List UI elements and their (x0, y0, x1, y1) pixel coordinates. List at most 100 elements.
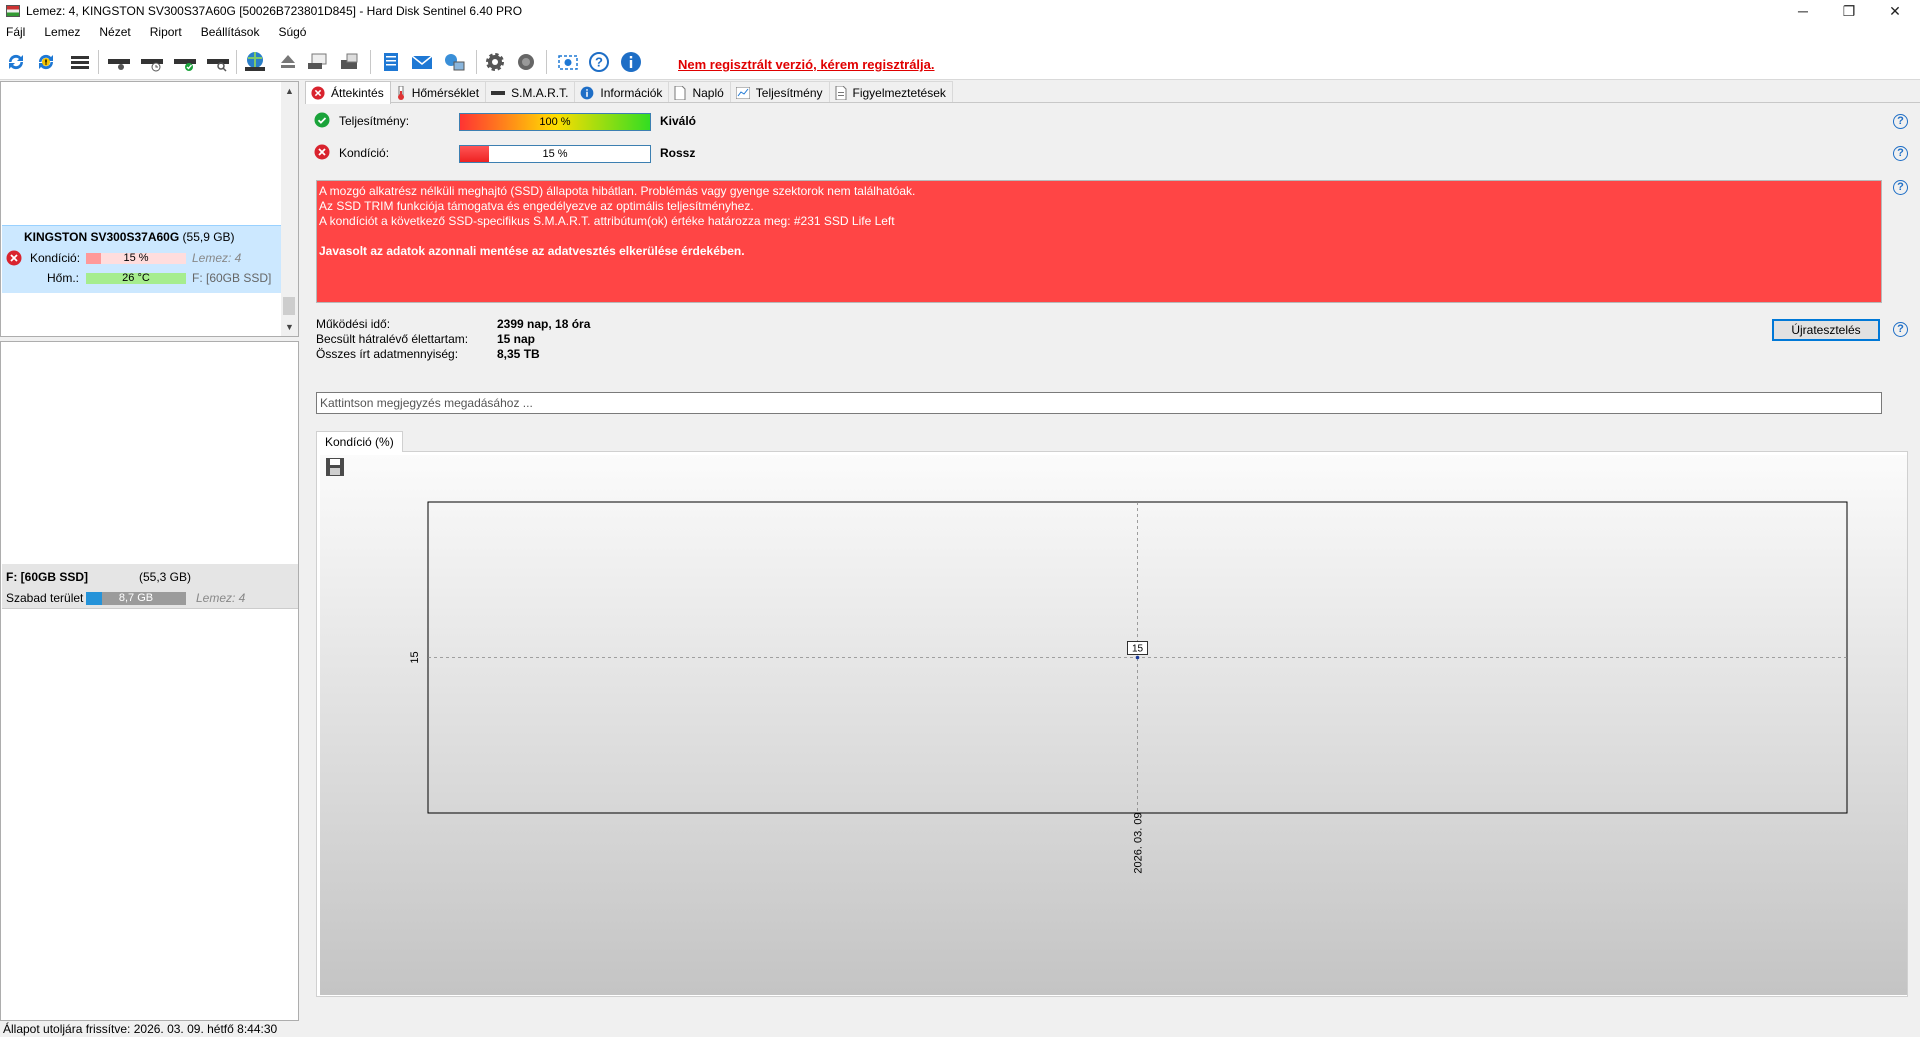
total-written-value: 8,35 TB (497, 347, 540, 361)
disk-index-label: Lemez: 4 (192, 251, 242, 265)
scroll-down-icon[interactable]: ▼ (285, 322, 294, 332)
settings-icon[interactable] (483, 50, 507, 74)
network-disk-icon[interactable] (306, 50, 330, 74)
condition-chart: 15 2026. 03. 09 15 (409, 501, 1848, 874)
menu-bar: Fájl Lemez Nézet Riport Beállítások Súgó (0, 22, 1920, 42)
help-icon[interactable]: ? (1893, 180, 1908, 195)
disk-time-icon[interactable] (140, 50, 164, 74)
partition-size: (55,3 GB) (139, 570, 192, 584)
condition-label: Kondíció: (30, 251, 81, 265)
minimize-button[interactable]: ─ (1780, 0, 1826, 22)
menu-disk[interactable]: Lemez (44, 25, 80, 39)
alert-line: A mozgó alkatrész nélküli meghajtó (SSD)… (319, 184, 916, 198)
partition-disk-index: Lemez: 4 (196, 591, 246, 605)
condition-label: Kondíció: (339, 146, 390, 160)
help-icon[interactable]: ? (1893, 114, 1908, 129)
help-icon[interactable]: ? (587, 50, 611, 74)
menu-file[interactable]: Fájl (6, 25, 25, 39)
condition-bar-value: 15 % (123, 252, 149, 264)
close-button[interactable]: ✕ (1872, 0, 1918, 22)
disk-card[interactable]: KINGSTON SV300S37A60G (55,9 GB) Kondíció… (2, 225, 282, 293)
mail-icon[interactable] (410, 50, 434, 74)
alert-recommendation: Javasolt az adatok azonnali mentése az a… (319, 244, 745, 258)
disk-write-icon[interactable] (338, 50, 362, 74)
tab-log[interactable]: Napló (668, 81, 731, 103)
network-icon[interactable] (442, 50, 466, 74)
remaining-life-value: 15 nap (497, 332, 536, 346)
left-pane: KINGSTON SV300S37A60G (55,9 GB) Kondíció… (0, 81, 301, 1021)
temperature-bar: 26 °C (86, 273, 186, 284)
overview-content: Teljesítmény: 100 % Kiváló ? Kondíció: 1… (305, 102, 1920, 1017)
free-space-value: 8,7 GB (118, 592, 154, 604)
eject-icon[interactable] (276, 50, 300, 74)
free-space-bar-fill (86, 592, 102, 605)
refresh-alert-icon[interactable] (34, 50, 58, 74)
register-link[interactable]: Nem regisztrált verzió, kérem regisztrál… (678, 57, 935, 72)
report-icon[interactable] (379, 50, 403, 74)
help-icon[interactable]: ? (1893, 322, 1908, 337)
screenshot-icon[interactable] (556, 50, 580, 74)
remaining-life-label: Becsült hátralévő élettartam: (316, 332, 469, 346)
x-tick-label: 2026. 03. 09 (1133, 812, 1145, 873)
disk-surface-icon[interactable] (107, 50, 131, 74)
status-alert-box: A mozgó alkatrész nélküli meghajtó (SSD)… (316, 180, 1882, 303)
performance-label: Teljesítmény: (339, 114, 410, 128)
scroll-thumb[interactable] (283, 297, 295, 315)
tab-smart[interactable]: S.M.A.R.T. (485, 81, 576, 103)
disk-check-icon[interactable] (173, 50, 197, 74)
free-space-label: Szabad terület (6, 591, 84, 605)
maximize-button[interactable]: ❐ (1826, 0, 1872, 22)
menu-help[interactable]: Súgó (278, 25, 306, 39)
partition-list-panel: F: [60GB SSD] (55,3 GB) Szabad terület 8… (0, 341, 299, 1021)
performance-bar: 100 % (459, 113, 651, 131)
free-space-bar: 8,7 GB (86, 592, 186, 605)
toolbar-separator (98, 50, 99, 74)
svg-text:?: ? (595, 55, 603, 70)
tab-temperature[interactable]: Hőmérséklet (389, 81, 487, 103)
toolbar: ? Nem regisztrált verzió, kérem regisztr… (0, 42, 1920, 80)
total-written-label: Összes írt adatmennyiség: (316, 347, 459, 361)
performance-rating: Kiváló (660, 114, 697, 128)
chart-area: 15 2026. 03. 09 15 (316, 451, 1908, 997)
disk-list-scrollbar[interactable]: ▲ ▼ (281, 82, 298, 336)
condition-rating: Rossz (660, 146, 696, 160)
alert-line: A kondíciót a következő SSD-specifikus S… (319, 214, 895, 228)
menu-view[interactable]: Nézet (99, 25, 130, 39)
comment-input[interactable]: Kattintson megjegyzés megadásához ... (316, 392, 1882, 414)
menu-report[interactable]: Riport (150, 25, 182, 39)
data-label: 15 (1132, 644, 1144, 655)
condition-bar: 15 % (459, 145, 651, 163)
error-icon (314, 144, 330, 163)
globe-disk-icon[interactable] (243, 50, 267, 74)
info-icon[interactable] (619, 50, 643, 74)
retest-button[interactable]: Újratesztelés (1772, 319, 1880, 341)
error-icon (311, 86, 325, 100)
alert-line: Az SSD TRIM funkciója támogatva és enged… (319, 199, 754, 213)
error-icon (6, 250, 22, 269)
data-point (1135, 655, 1140, 660)
sound-icon[interactable] (514, 50, 538, 74)
tab-alerts[interactable]: Figyelmeztetések (828, 81, 953, 103)
app-icon (6, 5, 20, 17)
disk-name: KINGSTON SV300S37A60G (55,9 GB) (24, 230, 235, 244)
uptime-value: 2399 nap, 18 óra (497, 317, 591, 331)
title-bar: Lemez: 4, KINGSTON SV300S37A60G [50026B7… (0, 0, 1920, 22)
tab-overview[interactable]: Áttekintés (305, 81, 391, 104)
partition-name: F: [60GB SSD] (6, 570, 89, 584)
performance-value: 100 % (539, 116, 571, 128)
condition-value: 15 % (542, 148, 568, 160)
help-icon[interactable]: ? (1893, 146, 1908, 161)
toolbar-separator (236, 50, 237, 74)
tab-information[interactable]: Információk (574, 81, 670, 103)
graph-icon (735, 86, 750, 99)
tab-performance[interactable]: Teljesítmény (729, 81, 830, 103)
disk-search-icon[interactable] (206, 50, 230, 74)
refresh-icon[interactable] (4, 50, 28, 74)
menu-settings[interactable]: Beállítások (201, 25, 260, 39)
chart-tab[interactable]: Kondíció (%) (316, 431, 403, 452)
disk-list-icon[interactable] (68, 50, 92, 74)
partition-card[interactable]: F: [60GB SSD] (55,3 GB) Szabad terület 8… (2, 564, 298, 609)
scroll-up-icon[interactable]: ▲ (285, 86, 294, 96)
main-pane: Áttekintés Hőmérséklet S.M.A.R.T. Inform… (305, 81, 1920, 1021)
tab-bar: Áttekintés Hőmérséklet S.M.A.R.T. Inform… (305, 81, 953, 104)
